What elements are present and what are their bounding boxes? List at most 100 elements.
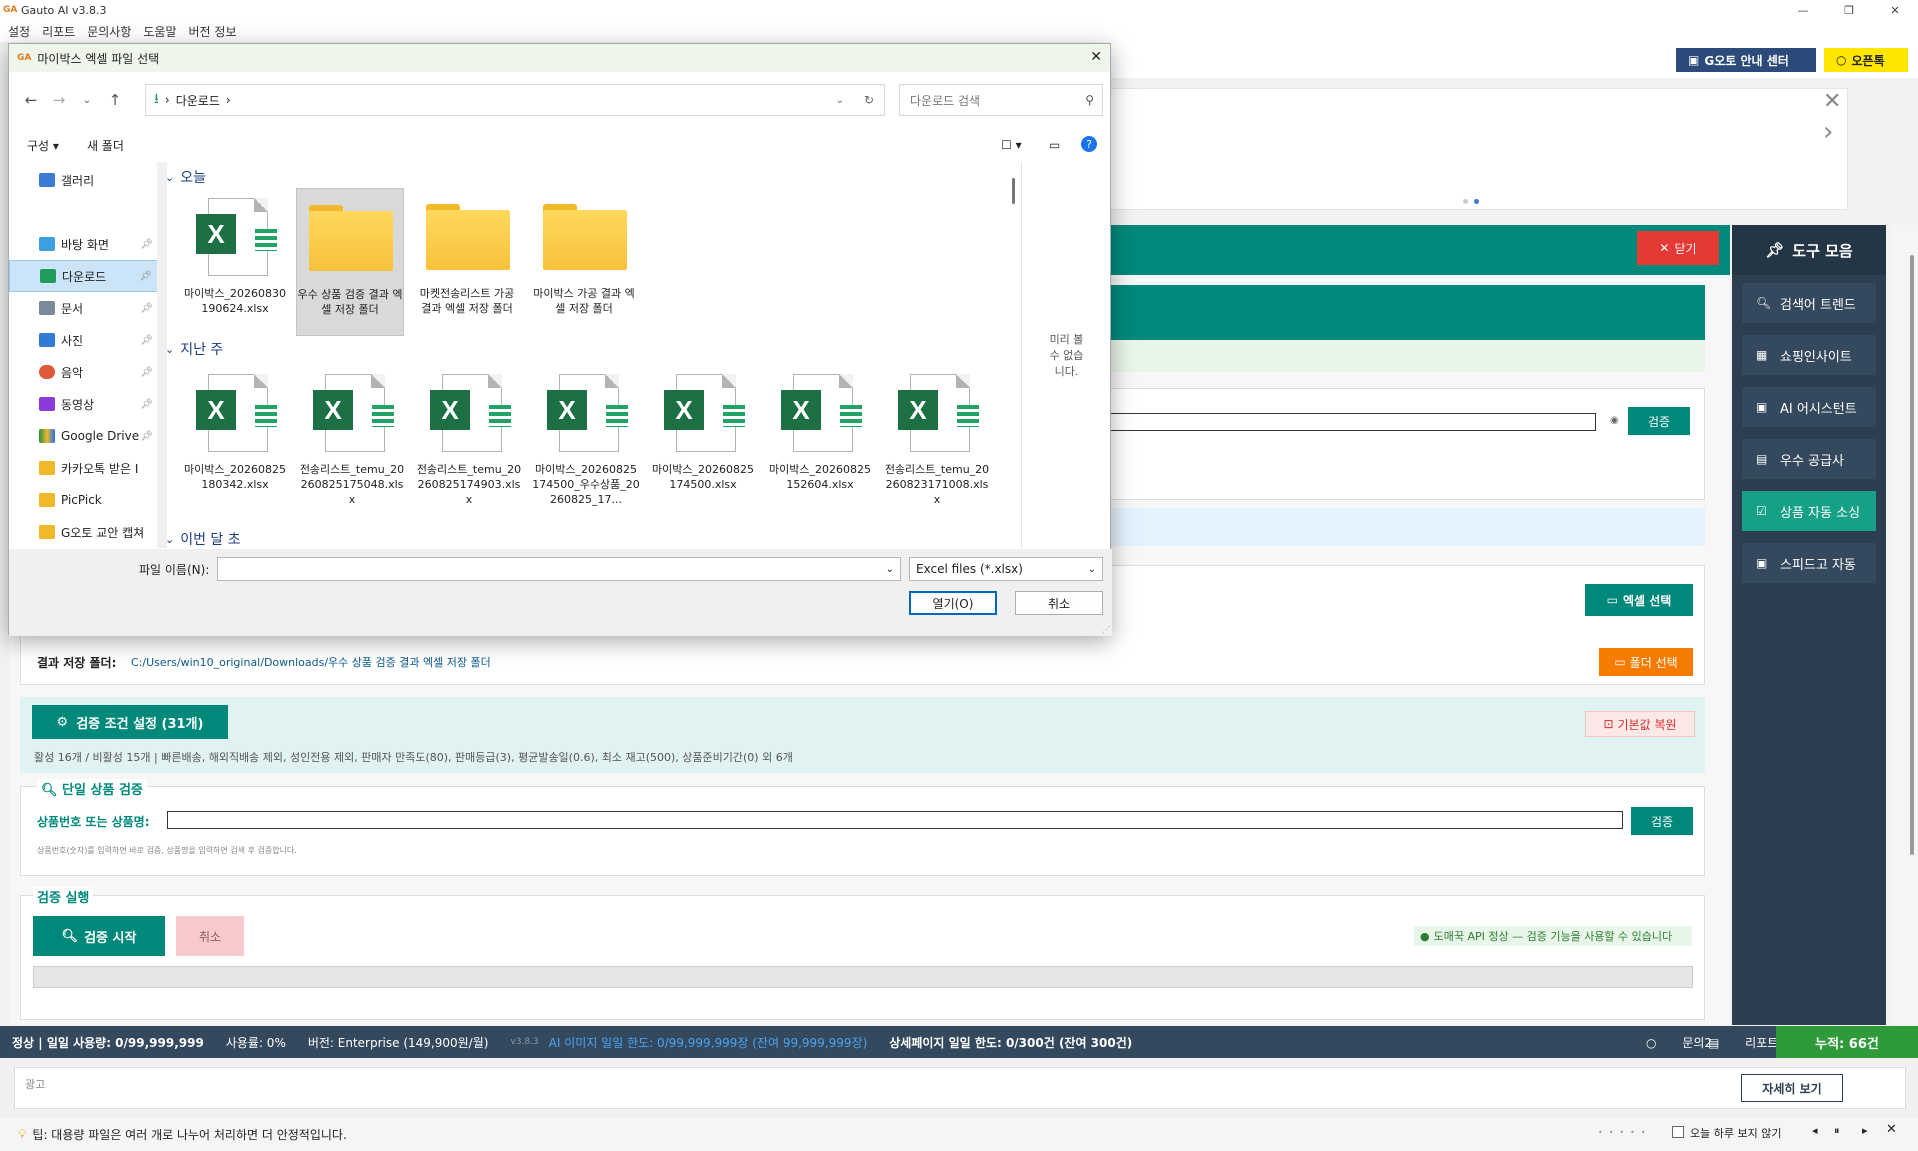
forward-arrow-icon[interactable]: → [45, 91, 73, 109]
nav-item-pictures[interactable]: 사진 📌︎ [9, 324, 159, 356]
eye-icon[interactable]: ◉ [1610, 415, 1619, 426]
excel-file-icon: X [892, 368, 982, 458]
back-arrow-icon[interactable]: ← [17, 91, 45, 109]
address-chevron-icon[interactable]: ⌄ [836, 95, 844, 106]
folder-item-selected[interactable]: 우수 상품 검증 결과 엑셀 저장 폴더 [296, 188, 404, 336]
refresh-icon[interactable]: ↻ [864, 93, 874, 107]
close-icon: ✕ [1659, 241, 1670, 255]
product-number-input[interactable] [167, 811, 1623, 829]
file-dialog: GA 마이박스 엑셀 파일 선택 ✕ ← → ⌄ ↑ ⭳ › 다운로드 › ⌄ … [8, 43, 1112, 636]
ad-detail-button[interactable]: 자세히 보기 [1741, 1074, 1843, 1102]
excel-select-button[interactable]: ▭ 엑셀 선택 [1585, 584, 1693, 616]
dialog-cancel-button[interactable]: 취소 [1015, 591, 1103, 615]
dialog-search-input[interactable]: 다운로드 검색 ⚲ [899, 84, 1103, 116]
tip-prev-icon[interactable]: ◂ [1812, 1124, 1818, 1137]
file-item[interactable]: X 마이박스_20260825152604.xlsx [766, 368, 874, 492]
nav-item-google-drive[interactable]: Google Drive 📌︎ [9, 420, 159, 452]
tip-close-icon[interactable]: ✕ [1886, 1122, 1897, 1137]
menu-report[interactable]: 리포트 [42, 23, 75, 40]
resize-grip-icon[interactable]: ⋰ [1102, 625, 1110, 634]
nav-item-music[interactable]: 음악 📌︎ [9, 356, 159, 388]
verify-top-button[interactable]: 검증 [1628, 407, 1690, 435]
nav-item-gauto-capture[interactable]: G오토 교안 캡쳐 [9, 516, 159, 548]
file-scrollbar[interactable] [1009, 162, 1019, 548]
building-icon: ▣ [1688, 53, 1700, 67]
close-window-icon[interactable]: ✕ [1872, 0, 1918, 20]
close-banner-icon[interactable]: ✕ [1823, 89, 1841, 114]
single-verify-button[interactable]: 검증 [1631, 807, 1693, 835]
conditions-section: ⚙ 검증 조건 설정 (31개) ⊡ 기본값 복원 활성 16개 / 비활성 1… [20, 697, 1705, 773]
start-verify-button[interactable]: 🔍︎ 검증 시작 [33, 916, 165, 956]
menu-inquiry[interactable]: 문의사항 [87, 23, 131, 40]
minimize-icon[interactable]: — [1780, 0, 1826, 20]
guide-center-button[interactable]: ▣ G오토 안내 센터 [1676, 48, 1816, 72]
organize-menu[interactable]: 구성 ▾ [27, 137, 59, 154]
open-button[interactable]: 열기(O) [909, 591, 997, 615]
sidebar-item-keyword-trend[interactable]: 🔍︎ 검색어 트렌드 [1742, 283, 1876, 323]
nav-item-documents[interactable]: 문서 📌︎ [9, 292, 159, 324]
up-arrow-icon[interactable]: ↑ [101, 91, 129, 109]
file-item[interactable]: X 전송리스트_temu_20260825175048.xlsx [298, 368, 406, 507]
tip-bar: 💡︎ 팁: 대용량 파일은 여러 개로 나누어 처리하면 더 안정적입니다. •… [0, 1118, 1918, 1151]
tip-next-icon[interactable]: ▸ [1862, 1124, 1868, 1137]
folder-select-button[interactable]: ▭ 폴더 선택 [1599, 648, 1693, 676]
menu-version[interactable]: 버전 정보 [189, 23, 237, 40]
download-icon: ⭳ [154, 91, 159, 107]
google-drive-icon [39, 429, 55, 443]
file-item[interactable]: X 전송리스트_temu_20260823171008.xlsx [883, 368, 991, 507]
sidebar-item-ai-assistant[interactable]: ▣ AI 어시스턴트 [1742, 387, 1876, 427]
nav-item-downloads[interactable]: 다운로드 📌︎ [9, 260, 159, 292]
dialog-close-icon[interactable]: ✕ [1090, 49, 1102, 65]
nav-item-kakaotalk[interactable]: 카카오톡 받은 I [9, 452, 159, 484]
menu-help[interactable]: 도움말 [143, 23, 176, 40]
new-folder-button[interactable]: 새 폴더 [87, 137, 124, 154]
view-options-icon[interactable]: ☐ ▾ [1001, 138, 1022, 152]
nav-item-videos[interactable]: 동영상 📌︎ [9, 388, 159, 420]
nav-item-desktop[interactable]: 바탕 화면 📌︎ [9, 228, 159, 260]
chevron-down-icon[interactable]: ⌄ [886, 564, 894, 575]
tip-pause-icon[interactable]: ⏸︎ [1834, 1124, 1840, 1138]
sidebar-item-auto-sourcing[interactable]: ☑ 상품 자동 소싱 [1742, 491, 1876, 531]
pin-icon: 📌︎ [140, 238, 153, 250]
chevron-right-icon[interactable]: › [1823, 117, 1833, 147]
download-icon [40, 269, 56, 283]
file-item[interactable]: X 마이박스_20260825174500_우수상품_20260825_17..… [532, 368, 640, 507]
file-item[interactable]: X 마이박스_20260825174500.xlsx [649, 368, 757, 492]
folder-icon [305, 193, 395, 283]
folder-item[interactable]: 마이박스 가공 결과 엑셀 저장 폴더 [530, 192, 638, 316]
ad-label: 광고 [25, 1078, 46, 1091]
group-today[interactable]: ⌄ 오늘 [165, 166, 1007, 188]
recent-chevron-icon[interactable]: ⌄ [73, 95, 101, 106]
sidebar-item-speedgo[interactable]: ▣ 스피드고 자동 [1742, 543, 1876, 583]
cancel-verify-button[interactable]: 취소 [176, 916, 244, 956]
dialog-file-pane: ⌄ 오늘 X 마이박스_20260830190624.xlsx 우수 상품 검증 … [165, 162, 1007, 548]
hide-today-checkbox[interactable] [1672, 1126, 1684, 1138]
filetype-select[interactable]: Excel files (*.xlsx) ⌄ [909, 557, 1103, 581]
file-item[interactable]: X 전송리스트_temu_20260825174903.xlsx [415, 368, 523, 507]
main-scrollbar[interactable] [1892, 225, 1918, 1025]
nav-item-gallery[interactable]: 갤러리 [9, 164, 159, 196]
tip-pager[interactable]: ••••• [1598, 1128, 1652, 1137]
sidebar-item-shopping-insight[interactable]: ▦ 쇼핑인사이트 [1742, 335, 1876, 375]
reset-icon: ⊡ [1603, 717, 1614, 731]
help-icon[interactable]: ? [1081, 136, 1097, 152]
sidebar-item-supplier[interactable]: ▤ 우수 공급사 [1742, 439, 1876, 479]
address-bar[interactable]: ⭳ › 다운로드 › ⌄ ↻ [145, 84, 885, 116]
close-button[interactable]: ✕ 닫기 [1637, 231, 1719, 265]
maximize-icon[interactable]: ❐ [1826, 0, 1872, 20]
file-item[interactable]: X 마이박스_20260830190624.xlsx [181, 192, 289, 316]
banner-dot-active[interactable] [1474, 199, 1479, 204]
folder-item[interactable]: 마켓전송리스트 가공 결과 엑셀 저장 폴더 [413, 192, 521, 316]
openchat-button[interactable]: ○ 오픈톡 [1824, 48, 1908, 72]
menu-settings[interactable]: 설정 [8, 23, 30, 40]
group-this-month[interactable]: ⌄ 이번 달 초 [165, 528, 241, 548]
breadcrumb-downloads[interactable]: 다운로드 [176, 92, 220, 109]
group-last-week[interactable]: ⌄ 지난 주 [165, 338, 223, 360]
filename-input[interactable]: ⌄ [217, 557, 901, 581]
preview-pane-icon[interactable]: ▭ [1049, 138, 1060, 152]
reset-defaults-button[interactable]: ⊡ 기본값 복원 [1585, 711, 1695, 737]
conditions-button[interactable]: ⚙ 검증 조건 설정 (31개) [32, 705, 228, 739]
nav-item-picpick[interactable]: PicPick [9, 484, 159, 516]
banner-dot[interactable] [1463, 199, 1468, 204]
file-item[interactable]: X 마이박스_20260825180342.xlsx [181, 368, 289, 492]
